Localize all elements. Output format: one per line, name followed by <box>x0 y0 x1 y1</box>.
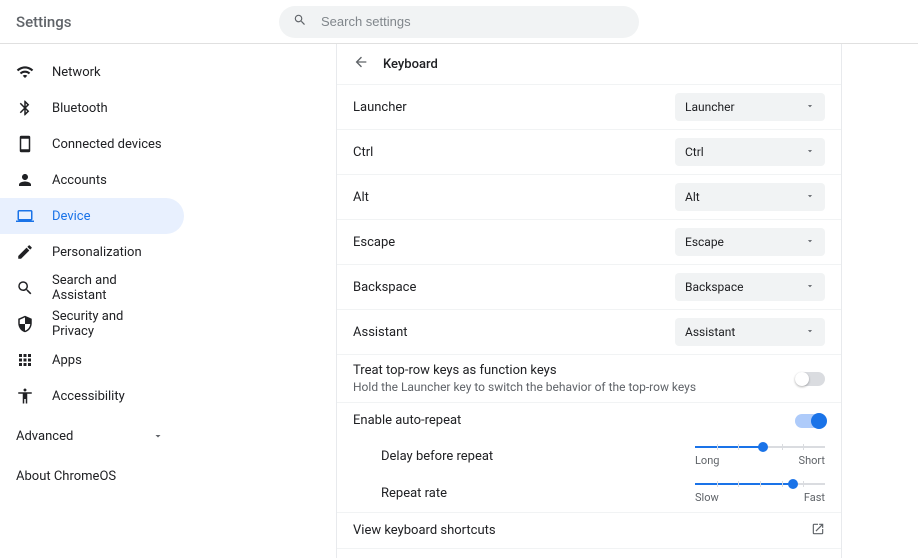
select-value: Assistant <box>685 325 735 339</box>
keymap-label: Assistant <box>353 325 408 340</box>
sidebar-advanced-label: Advanced <box>16 429 73 444</box>
keymap-row-backspace: Backspace Backspace <box>337 264 841 309</box>
sidebar-item-label: Apps <box>52 353 82 368</box>
toprow-subtitle: Hold the Launcher key to switch the beha… <box>353 380 696 394</box>
toprow-title: Treat top-row keys as function keys <box>353 363 696 378</box>
keymap-row-escape: Escape Escape <box>337 219 841 264</box>
shield-icon <box>16 315 34 333</box>
rate-slider[interactable] <box>695 483 825 485</box>
rate-right-label: Fast <box>804 491 825 504</box>
sidebar-item-security[interactable]: Security and Privacy <box>0 306 184 342</box>
sidebar-item-label: Personalization <box>52 245 142 260</box>
sidebar-item-personalization[interactable]: Personalization <box>0 234 184 270</box>
app-title: Settings <box>16 13 72 31</box>
sidebar-item-apps[interactable]: Apps <box>0 342 184 378</box>
select-value: Backspace <box>685 280 743 294</box>
wifi-icon <box>16 63 34 81</box>
phone-icon <box>16 135 34 153</box>
keymap-select-alt[interactable]: Alt <box>675 183 825 211</box>
chevron-down-icon <box>805 325 815 339</box>
delay-slider-row: Delay before repeat Long Short <box>337 438 841 475</box>
settings-panel: Keyboard Launcher Launcher Ctrl Ctrl Alt <box>336 44 842 558</box>
laptop-icon <box>16 207 34 225</box>
keymap-label: Escape <box>353 235 395 250</box>
toprow-keys-row: Treat top-row keys as function keys Hold… <box>337 354 841 402</box>
sidebar-item-accounts[interactable]: Accounts <box>0 162 184 198</box>
toprow-toggle[interactable] <box>795 372 825 386</box>
delay-slider[interactable] <box>695 446 825 448</box>
delay-left-label: Long <box>695 454 719 467</box>
rate-slider-row: Repeat rate Slow Fast <box>337 475 841 512</box>
sidebar-item-label: Security and Privacy <box>52 309 168 339</box>
select-value: Launcher <box>685 100 735 114</box>
keymap-select-assistant[interactable]: Assistant <box>675 318 825 346</box>
chevron-down-icon <box>805 280 815 294</box>
keymap-label: Launcher <box>353 100 407 115</box>
bluetooth-icon <box>16 99 34 117</box>
search-input[interactable] <box>321 14 625 29</box>
sidebar-item-device[interactable]: Device <box>0 198 184 234</box>
select-value: Alt <box>685 190 700 204</box>
chevron-down-icon <box>805 100 815 114</box>
select-value: Escape <box>685 235 724 249</box>
shortcuts-label: View keyboard shortcuts <box>353 523 496 538</box>
sidebar-item-search[interactable]: Search and Assistant <box>0 270 184 306</box>
keymap-label: Alt <box>353 190 369 205</box>
sidebar-item-label: Accounts <box>52 173 107 188</box>
search-field[interactable] <box>279 6 639 38</box>
delay-label: Delay before repeat <box>381 449 493 464</box>
sidebar-item-label: Device <box>52 209 91 224</box>
sidebar-about[interactable]: About ChromeOS <box>0 458 260 494</box>
rate-label: Repeat rate <box>381 486 447 501</box>
keymap-select-launcher[interactable]: Launcher <box>675 93 825 121</box>
delay-right-label: Short <box>799 454 825 467</box>
sidebar-about-label: About ChromeOS <box>16 469 116 484</box>
shortcuts-link[interactable]: View keyboard shortcuts <box>337 512 841 548</box>
app-header: Settings <box>0 0 918 44</box>
keymap-label: Ctrl <box>353 145 373 160</box>
autorepeat-title: Enable auto-repeat <box>353 413 461 428</box>
autorepeat-toggle[interactable] <box>795 414 825 428</box>
keymap-row-assistant: Assistant Assistant <box>337 309 841 354</box>
keymap-row-ctrl: Ctrl Ctrl <box>337 129 841 174</box>
sidebar-item-label: Accessibility <box>52 389 125 404</box>
keymap-row-launcher: Launcher Launcher <box>337 84 841 129</box>
chevron-down-icon <box>152 430 164 442</box>
keymap-select-ctrl[interactable]: Ctrl <box>675 138 825 166</box>
select-value: Ctrl <box>685 145 704 159</box>
chevron-down-icon <box>805 235 815 249</box>
sidebar-item-connected[interactable]: Connected devices <box>0 126 184 162</box>
chevron-down-icon <box>805 145 815 159</box>
page-title: Keyboard <box>383 57 438 72</box>
external-link-icon <box>811 522 825 540</box>
person-icon <box>16 171 34 189</box>
sidebar-item-label: Search and Assistant <box>52 273 168 303</box>
sidebar-item-accessibility[interactable]: Accessibility <box>0 378 184 414</box>
autorepeat-row: Enable auto-repeat <box>337 402 841 438</box>
keymap-select-escape[interactable]: Escape <box>675 228 825 256</box>
keymap-select-backspace[interactable]: Backspace <box>675 273 825 301</box>
accessibility-icon <box>16 387 34 405</box>
search-icon <box>293 13 307 31</box>
chevron-down-icon <box>805 190 815 204</box>
sidebar-advanced[interactable]: Advanced <box>0 418 180 454</box>
rate-left-label: Slow <box>695 491 719 504</box>
sidebar-item-network[interactable]: Network <box>0 54 184 90</box>
back-icon[interactable] <box>353 54 369 74</box>
apps-icon <box>16 351 34 369</box>
keymap-label: Backspace <box>353 280 416 295</box>
keymap-row-alt: Alt Alt <box>337 174 841 219</box>
sidebar-item-bluetooth[interactable]: Bluetooth <box>0 90 184 126</box>
sidebar-item-label: Connected devices <box>52 137 162 152</box>
pencil-icon <box>16 243 34 261</box>
input-settings-link[interactable]: Change input settings <box>337 548 841 558</box>
sidebar-item-label: Network <box>52 65 101 80</box>
sidebar: Network Bluetooth Connected devices Acco… <box>0 44 260 558</box>
search-icon <box>16 279 34 297</box>
sidebar-item-label: Bluetooth <box>52 101 108 116</box>
page-header: Keyboard <box>337 44 841 84</box>
